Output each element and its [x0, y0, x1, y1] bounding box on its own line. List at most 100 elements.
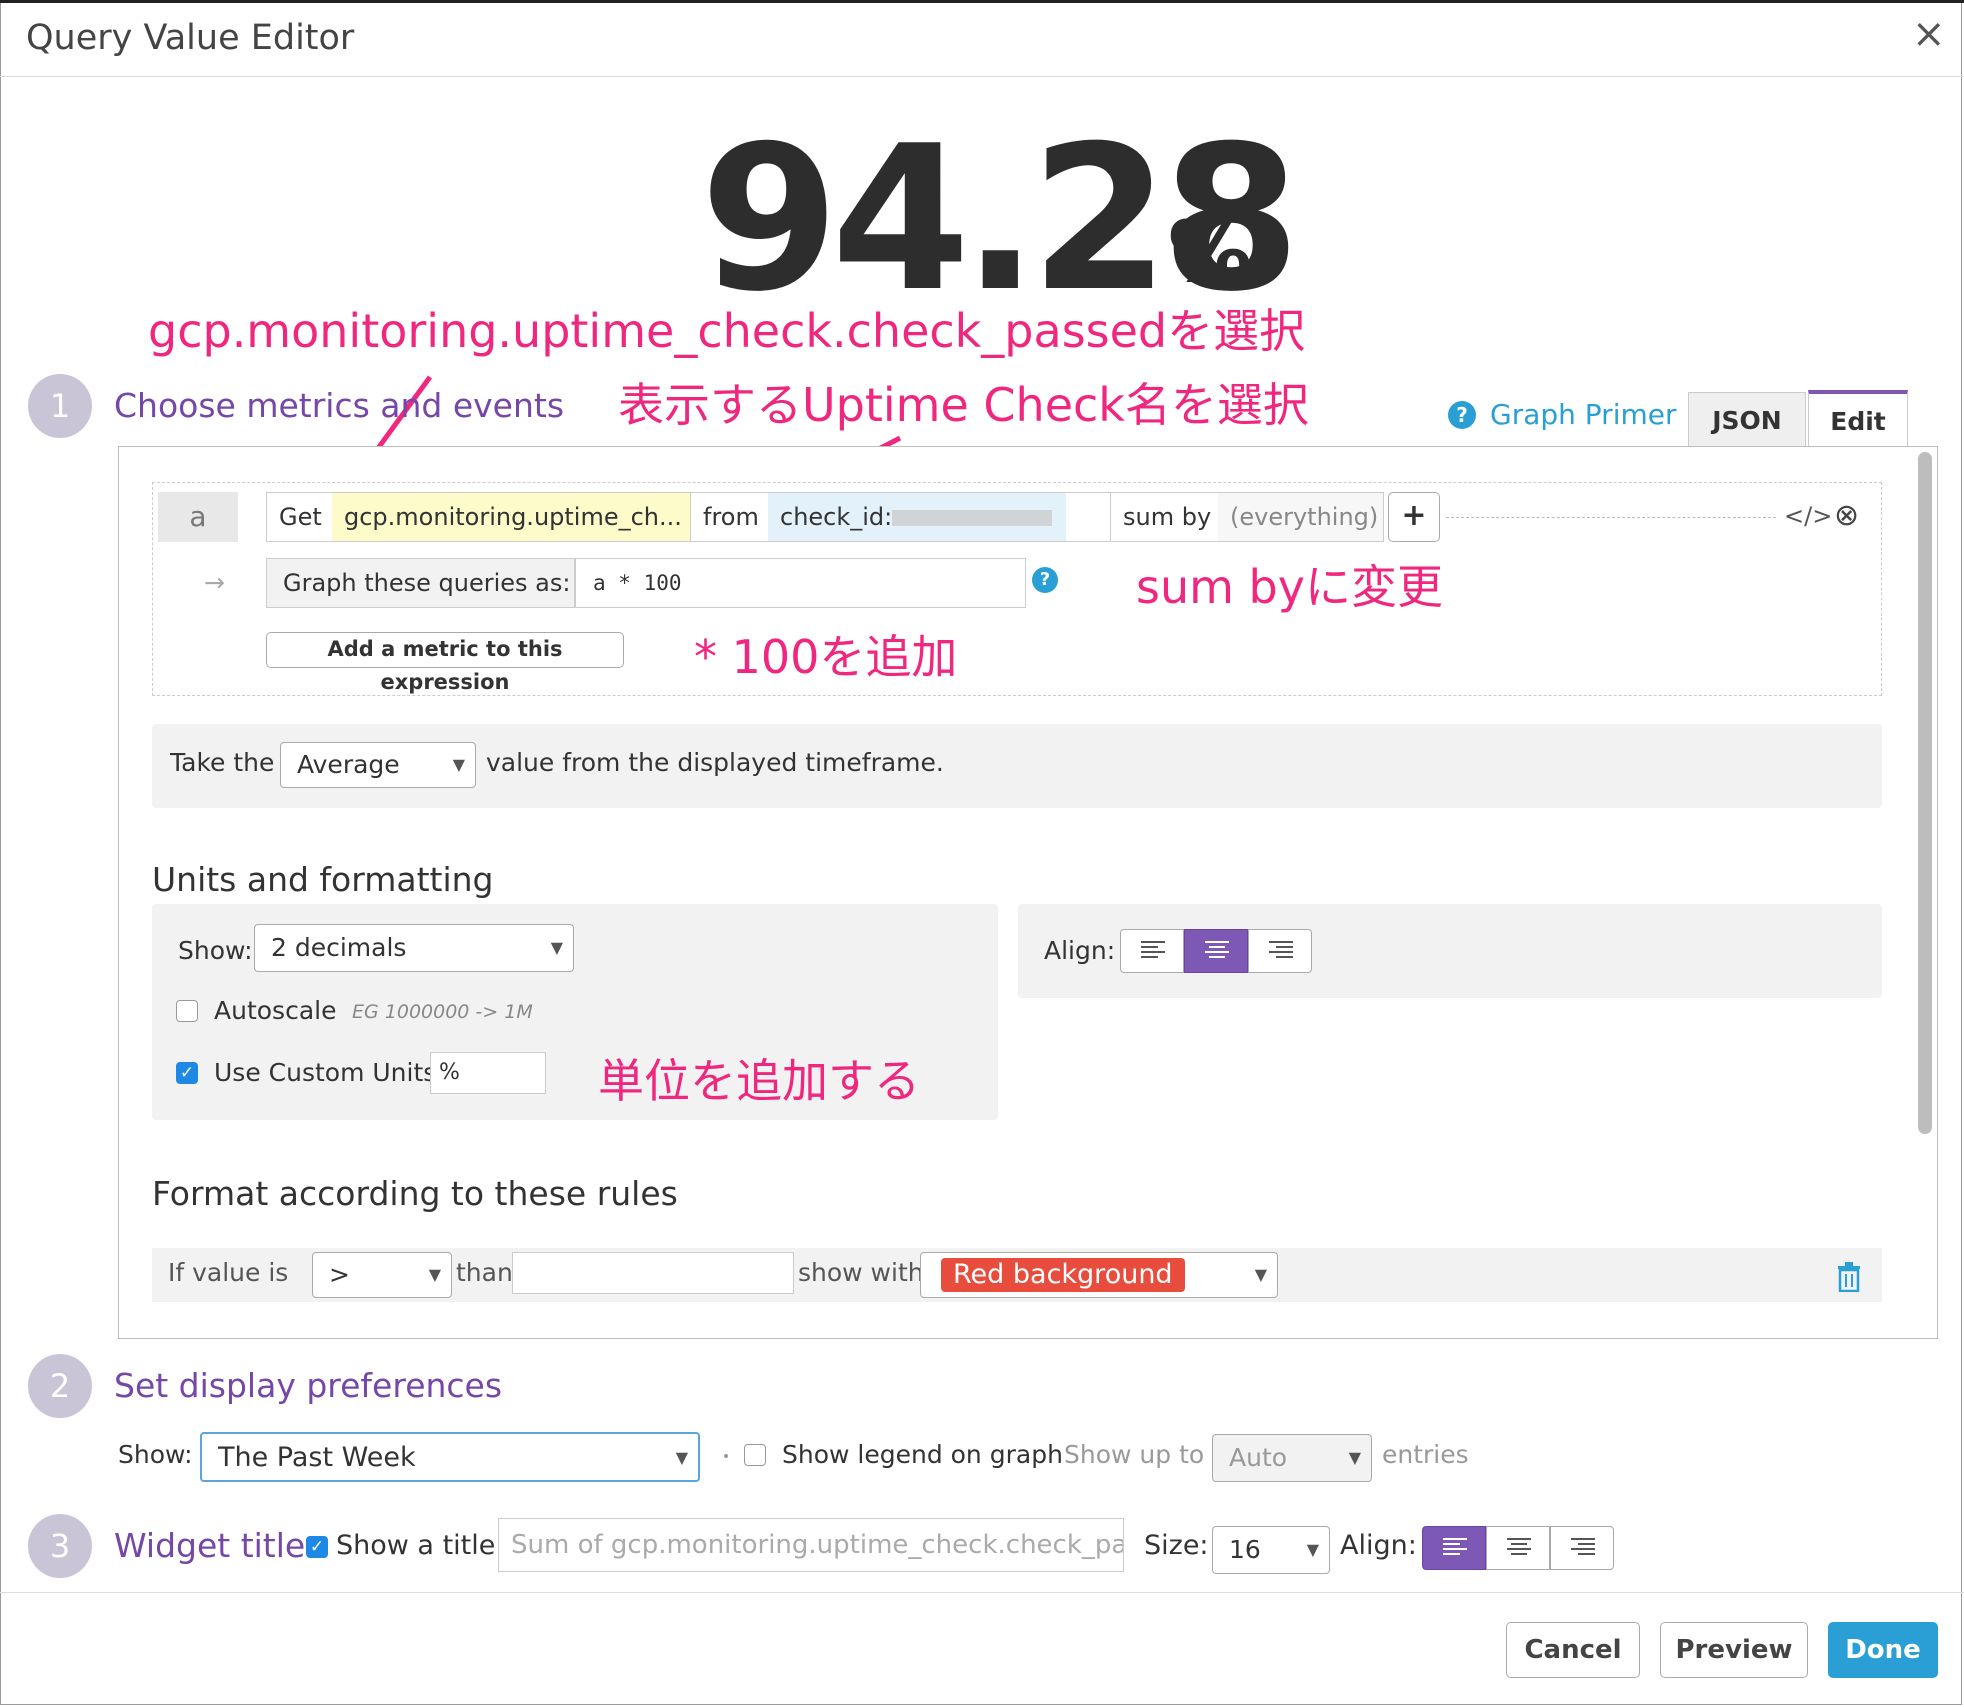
step-2-badge: 2 — [28, 1354, 92, 1418]
comparator-select[interactable]: > ▼ — [312, 1252, 452, 1298]
chevron-down-icon: ▼ — [675, 1448, 688, 1467]
autoscale-hint: EG 1000000 -> 1M — [352, 1001, 533, 1023]
title-align-left-button[interactable] — [1422, 1526, 1486, 1570]
remove-query-icon[interactable]: ⊗ — [1834, 498, 1859, 533]
chevron-down-icon: ▼ — [550, 938, 563, 957]
align-center-icon — [1205, 941, 1229, 961]
chevron-down-icon: ▼ — [452, 755, 465, 774]
custom-units-label: Use Custom Units — [214, 1058, 437, 1087]
title-align-center-button[interactable] — [1486, 1526, 1550, 1570]
add-metric-button[interactable]: Add a metric to this expression — [266, 632, 624, 694]
annotation-check: 表示するUptime Check名を選択 — [618, 378, 1309, 432]
tab-edit[interactable]: Edit — [1808, 390, 1908, 448]
align-left-icon — [1443, 1538, 1467, 1558]
done-button[interactable]: Done — [1828, 1622, 1938, 1678]
formula-help-icon[interactable]: ? — [1032, 567, 1058, 593]
from-value: check_id: — [780, 503, 893, 531]
rule-if-label: If value is — [168, 1258, 289, 1287]
title-size-label: Size: — [1144, 1530, 1209, 1561]
step-3-label: Widget title — [114, 1526, 306, 1565]
custom-units-input[interactable]: % — [430, 1052, 546, 1094]
align-left-icon — [1141, 941, 1165, 961]
from-label: from — [690, 492, 770, 542]
show-up-to-label: Show up to — [1064, 1440, 1205, 1469]
help-icon[interactable]: ? — [1448, 401, 1476, 429]
tab-json[interactable]: JSON — [1688, 392, 1806, 448]
decimals-show-label: Show: — [178, 936, 253, 965]
metric-selector[interactable]: gcp.monitoring.uptime_ch... — [332, 492, 690, 542]
annotation-unit: 単位を追加する — [598, 1054, 920, 1108]
graph-as-label: Graph these queries as: — [266, 558, 576, 608]
show-title-checkbox[interactable]: ✓ — [306, 1536, 328, 1558]
show-title-label: Show a title: — [336, 1530, 505, 1561]
cancel-button[interactable]: Cancel — [1506, 1622, 1640, 1678]
formula-input[interactable]: a * 100 — [574, 558, 1026, 608]
timeframe-prefix: Take the — [170, 748, 275, 777]
step-2-label: Set display preferences — [114, 1366, 503, 1405]
title-input[interactable]: Sum of gcp.monitoring.uptime_check.check… — [498, 1518, 1124, 1572]
code-icon[interactable]: </> — [1784, 502, 1832, 530]
align-center-button[interactable] — [1184, 929, 1248, 973]
align-right-icon — [1269, 941, 1293, 961]
title-align-label: Align: — [1340, 1530, 1417, 1561]
entries-value: Auto — [1229, 1443, 1288, 1472]
custom-units-checkbox[interactable]: ✓ — [176, 1062, 198, 1084]
footer-divider — [0, 1592, 1964, 1593]
dialog-title: Query Value Editor — [26, 18, 355, 58]
title-align-right-button[interactable] — [1550, 1526, 1614, 1570]
from-selector[interactable]: check_id: — [768, 492, 1068, 542]
add-query-button[interactable]: + — [1388, 492, 1440, 542]
query-row-guide — [1446, 517, 1776, 518]
chevron-down-icon: ▼ — [1254, 1265, 1267, 1284]
decimals-value: 2 decimals — [271, 933, 407, 962]
formula-arrow-icon: → — [204, 568, 225, 597]
rule-show-with-label: show with — [798, 1258, 924, 1287]
sum-by-selector[interactable]: (everything) — [1218, 492, 1384, 542]
comparator-value: > — [329, 1260, 350, 1289]
title-size-select[interactable]: 16 ▼ — [1212, 1526, 1330, 1574]
chevron-down-icon: ▼ — [1348, 1448, 1361, 1467]
rule-style-select[interactable]: Red background ▼ — [920, 1252, 1278, 1298]
trash-icon[interactable] — [1836, 1262, 1862, 1292]
preview-button[interactable]: Preview — [1660, 1622, 1808, 1678]
display-show-label: Show: — [118, 1440, 193, 1469]
legend-checkbox[interactable] — [744, 1444, 766, 1466]
rule-style-badge: Red background — [941, 1258, 1185, 1292]
step-1-label: Choose metrics and events — [114, 386, 565, 425]
timeframe-select[interactable]: The Past Week ▼ — [200, 1432, 700, 1482]
legend-label: Show legend on graph — [782, 1440, 1063, 1469]
entries-select[interactable]: Auto ▼ — [1212, 1434, 1372, 1482]
redacted-check-name — [892, 510, 1053, 526]
value-align-label: Align: — [1044, 936, 1116, 965]
threshold-input[interactable] — [512, 1252, 794, 1294]
timeframe-value: The Past Week — [218, 1442, 416, 1473]
aggregation-select[interactable]: Average ▼ — [280, 742, 476, 788]
align-right-icon — [1571, 1538, 1595, 1558]
step-3-badge: 3 — [28, 1514, 92, 1578]
timeframe-suffix: value from the displayed timeframe. — [486, 748, 944, 777]
from-spacer — [1066, 492, 1112, 542]
align-left-button[interactable] — [1120, 929, 1184, 973]
query-letter: a — [158, 492, 238, 542]
autoscale-label: Autoscale — [214, 996, 337, 1025]
title-size-value: 16 — [1229, 1535, 1261, 1564]
preview-unit: % — [1168, 203, 1253, 301]
align-right-button[interactable] — [1248, 929, 1312, 973]
autoscale-checkbox[interactable] — [176, 1000, 198, 1022]
graph-primer-link[interactable]: Graph Primer — [1490, 398, 1676, 431]
step-1-badge: 1 — [28, 374, 92, 438]
entries-label: entries — [1382, 1440, 1469, 1469]
sum-by-label: sum by — [1110, 492, 1220, 542]
close-icon[interactable]: × — [1912, 14, 1946, 54]
decimals-select[interactable]: 2 decimals ▼ — [254, 924, 574, 972]
units-heading: Units and formatting — [152, 860, 494, 899]
panel-scrollbar[interactable] — [1918, 452, 1932, 1134]
rule-than-label: than — [456, 1258, 513, 1287]
annotation-metric: gcp.monitoring.uptime_check.check_passed… — [148, 304, 1306, 358]
chevron-down-icon: ▼ — [428, 1265, 441, 1284]
separator-dot — [724, 1454, 728, 1458]
annotation-sumby: sum byに変更 — [1136, 560, 1443, 614]
annotation-multiply: * 100を追加 — [694, 630, 958, 684]
align-center-icon — [1507, 1538, 1531, 1558]
rules-heading: Format according to these rules — [152, 1174, 678, 1213]
